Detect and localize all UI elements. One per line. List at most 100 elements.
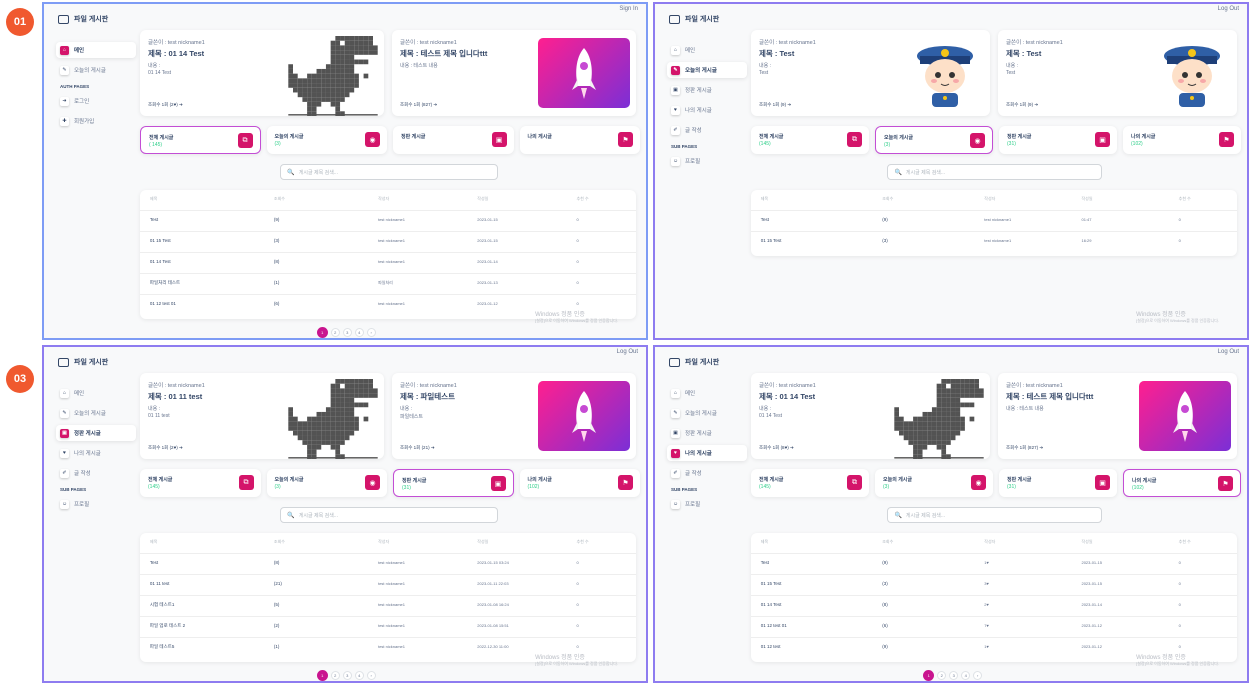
table-row[interactable]: 01 15 Test (3) test nickname1 2023-01-15 0 (140, 231, 636, 252)
page-button-4[interactable]: › (366, 328, 376, 337)
page-button-1[interactable]: 2 (330, 328, 340, 337)
post-title[interactable]: 제목 : 테스트 제목 입니다ttt (400, 48, 487, 59)
sidebar-item-0[interactable]: ⌂ 메인 (667, 385, 747, 401)
brand[interactable]: 파일 게시판 (669, 14, 719, 24)
sidebar-item-profile[interactable]: ☺ 프로필 (667, 153, 747, 169)
table-row[interactable]: 시험 테스트1 (5) test nickname1 2023-01-08 16:24… (140, 595, 636, 616)
page-button-0[interactable]: 1 (923, 670, 935, 681)
post-title[interactable]: 제목 : Test (759, 48, 794, 59)
post-views-link[interactable]: 조회수 1회 (8♥) ➔ (759, 445, 794, 451)
search-input[interactable]: 🔍 게시글 제목 검색... (887, 164, 1102, 180)
table-row[interactable]: Test (8) test nickname1 2023-01-15 03:24 0 (140, 553, 636, 574)
post-views-link[interactable]: 조회수 1회 (2♥) ➔ (148, 102, 183, 108)
sidebar-item-1[interactable]: ✎ 오늘의 게시글 (56, 405, 136, 421)
post-card-left[interactable]: 글쓴이 : test nickname1 제목 : Test 내용 : Test… (751, 30, 990, 116)
post-title[interactable]: 제목 : Test (1006, 48, 1041, 59)
post-card-left[interactable]: 글쓴이 : test nickname1 제목 : 01 14 Test 내용 … (140, 30, 384, 116)
post-title[interactable]: 제목 : 파일테스트 (400, 391, 455, 402)
stat-card-0[interactable]: 전체 게시글 (145) ⧉ (751, 126, 869, 154)
page-button-3[interactable]: 4 (961, 671, 971, 680)
table-row[interactable]: Test (9) 1♥ 2023-01-15 0 (751, 553, 1237, 574)
stat-card-1[interactable]: 오늘의 게시글 (3) ◉ (266, 126, 387, 154)
stat-card-0[interactable]: 전체 게시글 (145) ⧉ (140, 469, 261, 497)
stat-card-0[interactable]: 전체 게시글 (145) ⧉ (751, 469, 869, 497)
post-views-link[interactable]: 조회수 1회 (9) ➔ (1006, 102, 1038, 108)
stat-card-2[interactable]: 정판 게시글 (31) ▣ (999, 469, 1117, 497)
stat-card-2[interactable]: 정판 게시글 ▣ (393, 126, 514, 154)
brand[interactable]: 파일 게시판 (669, 357, 719, 367)
page-button-1[interactable]: 2 (937, 671, 947, 680)
page-button-4[interactable]: › (973, 671, 983, 680)
table-row[interactable]: 파일 업로 테스트 2 (2) test nickname1 2023-01-08 1… (140, 616, 636, 637)
stat-card-2[interactable]: 정판 게시글 (31) ▣ (999, 126, 1117, 154)
stat-card-3[interactable]: 나의 게시글 ⚑ (519, 126, 640, 154)
page-button-3[interactable]: 4 (354, 671, 364, 680)
post-views-link[interactable]: 조회수 1회 (827) ➔ (1006, 445, 1043, 451)
sidebar-item-4[interactable]: ✐ 글 작성 (667, 122, 747, 138)
sidebar-item-0[interactable]: ⌂ 메인 (667, 42, 747, 58)
sidebar-item-1[interactable]: ✎ 오늘의 게시글 (56, 62, 136, 78)
sidebar-item-profile[interactable]: ☺ 프로필 (56, 496, 136, 512)
table-row[interactable]: Test (9) test nickname1 01:47 0 (751, 210, 1237, 231)
post-views-link[interactable]: 조회수 1회 (9) ➔ (759, 102, 791, 108)
sidebar-item-profile[interactable]: ☺ 프로필 (667, 496, 747, 512)
post-title[interactable]: 제목 : 01 14 Test (148, 48, 204, 59)
sidebar-item-0[interactable]: ⌂ 메인 (56, 385, 136, 401)
brand[interactable]: 파일 게시판 (58, 14, 108, 24)
sidebar-item-1[interactable]: ✎ 오늘의 게시글 (667, 405, 747, 421)
account-link[interactable]: Log Out (1218, 349, 1239, 355)
stat-card-3[interactable]: 나의 게시글 (102) ⚑ (1123, 469, 1241, 497)
post-views-link[interactable]: 조회수 1회 (827) ➔ (400, 102, 437, 108)
sidebar-item-4[interactable]: ✐ 글 작성 (56, 465, 136, 481)
account-link[interactable]: Log Out (617, 349, 638, 355)
post-views-link[interactable]: 조회수 1회 (2♥) ➔ (148, 445, 183, 451)
table-row[interactable]: 01 14 Test (8) 2♥ 2023-01-14 0 (751, 595, 1237, 616)
account-link[interactable]: Log Out (1218, 6, 1239, 12)
stat-card-3[interactable]: 나의 게시글 (102) ⚑ (519, 469, 640, 497)
page-button-4[interactable]: › (366, 671, 376, 680)
table-row[interactable]: 01 15 Test (3) test nickname1 16:29 0 (751, 231, 1237, 252)
post-title[interactable]: 제목 : 01 11 test (148, 391, 202, 402)
stat-card-1[interactable]: 오늘의 게시글 (3) ◉ (266, 469, 387, 497)
sidebar-item-3[interactable]: ♥ 나의 게시글 (667, 102, 747, 118)
sidebar-item-3[interactable]: ♥ 나의 게시글 (667, 445, 747, 461)
page-button-0[interactable]: 1 (316, 327, 328, 338)
table-row[interactable]: 01 12 test 01 (6) 7♥ 2023-01-12 0 (751, 616, 1237, 637)
post-card-left[interactable]: 글쓴이 : test nickname1 제목 : 01 14 Test 내용 … (751, 373, 990, 459)
sidebar-item-1[interactable]: ✎ 오늘의 게시글 (667, 62, 747, 78)
account-link[interactable]: Sign In (619, 6, 638, 12)
post-card-right[interactable]: 글쓴이 : test nickname1 제목 : 테스트 제목 입니다ttt … (392, 30, 636, 116)
stat-card-2[interactable]: 정판 게시글 (31) ▣ (393, 469, 514, 497)
table-row[interactable]: 01 15 Test (3) 3♥ 2023-01-15 0 (751, 574, 1237, 595)
brand[interactable]: 파일 게시판 (58, 357, 108, 367)
post-title[interactable]: 제목 : 테스트 제목 입니다ttt (1006, 391, 1093, 402)
sidebar-item-3[interactable]: ♥ 나의 게시글 (56, 445, 136, 461)
post-card-right[interactable]: 글쓴이 : test nickname1 제목 : 파일테스트 내용 : 파일테… (392, 373, 636, 459)
post-views-link[interactable]: 조회수 1회 (21) ➔ (400, 445, 435, 451)
page-button-0[interactable]: 1 (316, 670, 328, 681)
sidebar-item-2[interactable]: ▣ 정판 게시글 (56, 425, 136, 441)
sidebar-item-2[interactable]: ▣ 정판 게시글 (667, 425, 747, 441)
table-row[interactable]: 01 11 test (21) test nickname1 2023-01-11 2… (140, 574, 636, 595)
post-card-right[interactable]: 글쓴이 : test nickname1 제목 : Test 내용 : Test… (998, 30, 1237, 116)
sidebar-auth-item-1[interactable]: ✚ 회원가입 (56, 113, 136, 129)
sidebar-item-4[interactable]: ✐ 글 작성 (667, 465, 747, 481)
stat-card-0[interactable]: 전체 게시글 ( 145) ⧉ (140, 126, 261, 154)
sidebar-item-2[interactable]: ▣ 정판 게시글 (667, 82, 747, 98)
sidebar-auth-item-0[interactable]: ➜ 로그인 (56, 93, 136, 109)
post-card-left[interactable]: 글쓴이 : test nickname1 제목 : 01 11 test 내용 … (140, 373, 384, 459)
search-input[interactable]: 🔍 게시글 제목 검색... (280, 164, 499, 180)
stat-card-3[interactable]: 나의 게시글 (102) ⚑ (1123, 126, 1241, 154)
page-button-1[interactable]: 2 (330, 671, 340, 680)
page-button-2[interactable]: 3 (342, 328, 352, 337)
search-input[interactable]: 🔍 게시글 제목 검색... (280, 507, 499, 523)
post-title[interactable]: 제목 : 01 14 Test (759, 391, 815, 402)
sidebar-item-0[interactable]: ⌂ 메인 (56, 42, 136, 58)
stat-card-1[interactable]: 오늘의 게시글 (3) ◉ (875, 469, 993, 497)
table-row[interactable]: Test (9) test nickname1 2023-01-15 0 (140, 210, 636, 231)
search-input[interactable]: 🔍 게시글 제목 검색... (887, 507, 1102, 523)
table-row[interactable]: 파일처리 테스트 (1) 파일처리 2023-01-13 0 (140, 273, 636, 294)
table-row[interactable]: 01 14 Test (8) test nickname1 2023-01-14 0 (140, 252, 636, 273)
stat-card-1[interactable]: 오늘의 게시글 (3) ◉ (875, 126, 993, 154)
post-card-right[interactable]: 글쓴이 : test nickname1 제목 : 테스트 제목 입니다ttt … (998, 373, 1237, 459)
